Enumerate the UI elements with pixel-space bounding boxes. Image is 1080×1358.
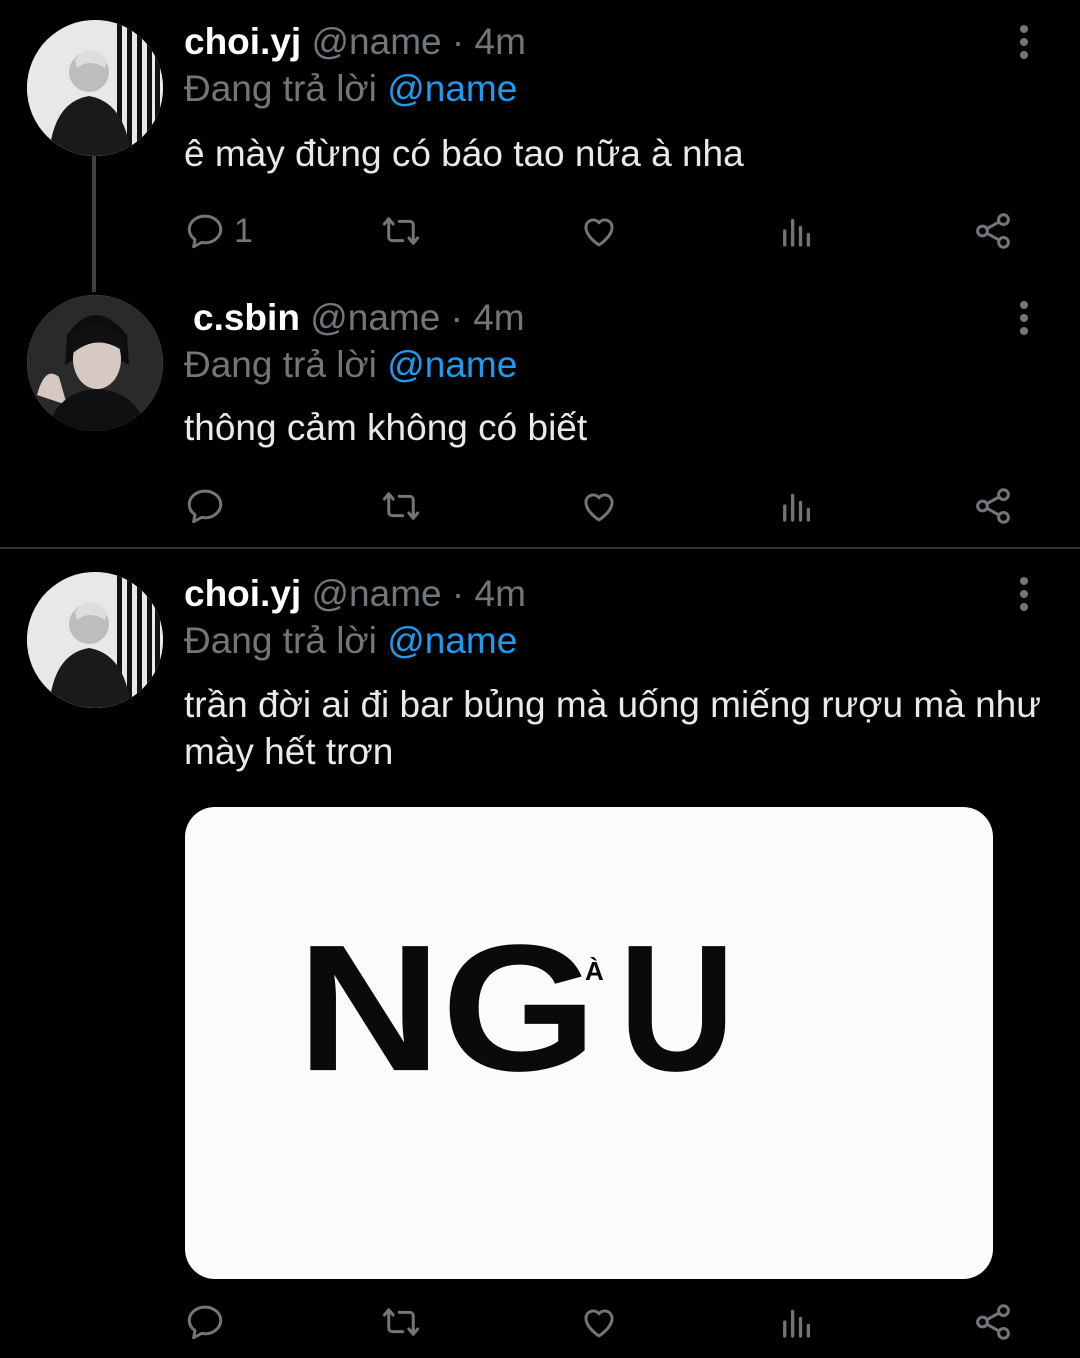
- tweet-text: ê mày đừng có báo tao nữa à nha: [184, 133, 744, 174]
- divider: [0, 547, 1080, 549]
- timestamp[interactable]: 4m: [475, 21, 526, 62]
- avatar-image: [27, 295, 163, 431]
- reply-icon: [187, 489, 223, 524]
- retweet-icon: [382, 492, 420, 520]
- separator: ·: [451, 21, 465, 62]
- tweet-header: c.sbin @name · 4m: [184, 296, 525, 340]
- tweet-text: thông cảm không có biết: [184, 407, 588, 448]
- display-name[interactable]: choi.yj: [184, 21, 301, 62]
- reply-mention[interactable]: @name: [387, 620, 517, 661]
- action-bar: [184, 482, 1034, 530]
- reply-prefix: Đang trả lời: [184, 344, 377, 385]
- handle[interactable]: @name: [311, 573, 441, 614]
- media-meme-text: NG À U: [185, 807, 993, 1279]
- reply-icon: [187, 214, 223, 249]
- views-icon: [783, 1309, 811, 1338]
- views-icon: [783, 218, 811, 247]
- share-icon: [976, 488, 1010, 524]
- retweet-button[interactable]: [380, 1298, 422, 1346]
- views-button[interactable]: [776, 207, 818, 255]
- handle[interactable]: @name: [311, 21, 441, 62]
- like-button[interactable]: [578, 1298, 620, 1346]
- more-icon: [1020, 25, 1028, 59]
- share-icon: [976, 213, 1010, 249]
- display-name[interactable]: c.sbin: [193, 297, 300, 338]
- separator: ·: [451, 573, 465, 614]
- avatar[interactable]: [27, 295, 163, 431]
- avatar[interactable]: [27, 20, 163, 156]
- tweet-media-image[interactable]: NG À U: [185, 807, 993, 1279]
- like-button[interactable]: [578, 482, 620, 530]
- like-button[interactable]: [578, 207, 620, 255]
- retweet-icon: [382, 217, 420, 245]
- timestamp[interactable]: 4m: [475, 573, 526, 614]
- display-name[interactable]: choi.yj: [184, 573, 301, 614]
- like-icon: [584, 493, 614, 522]
- reply-mention[interactable]: @name: [387, 68, 517, 109]
- more-button[interactable]: [1004, 574, 1044, 614]
- more-button[interactable]: [1004, 22, 1044, 62]
- reply-context: Đang trả lời @name: [184, 67, 517, 111]
- share-button[interactable]: [972, 1298, 1014, 1346]
- avatar-image: [27, 572, 163, 708]
- media-text-left: NG: [297, 907, 597, 1108]
- action-bar: [184, 1298, 1034, 1346]
- share-button[interactable]: [972, 207, 1014, 255]
- more-icon: [1020, 301, 1028, 335]
- avatar[interactable]: [27, 572, 163, 708]
- reply-button[interactable]: [184, 1298, 234, 1346]
- reply-count: 1: [234, 211, 253, 250]
- reply-icon: [187, 1305, 223, 1340]
- retweet-icon: [382, 1308, 420, 1336]
- more-button[interactable]: [1004, 298, 1044, 338]
- separator: ·: [450, 297, 463, 338]
- views-button[interactable]: [776, 482, 818, 530]
- more-icon: [1020, 577, 1028, 611]
- views-icon: [783, 493, 811, 522]
- retweet-button[interactable]: [380, 482, 422, 530]
- tweet-header: choi.yj @name · 4m: [184, 572, 526, 616]
- media-text-right: U: [619, 907, 735, 1108]
- reply-prefix: Đang trả lời: [184, 68, 377, 109]
- avatar-image: [27, 20, 163, 156]
- reply-button[interactable]: [184, 482, 234, 530]
- action-bar: 1: [184, 207, 1034, 255]
- share-button[interactable]: [972, 482, 1014, 530]
- like-icon: [584, 1309, 614, 1338]
- views-button[interactable]: [776, 1298, 818, 1346]
- handle[interactable]: @name: [310, 297, 440, 338]
- reply-prefix: Đang trả lời: [184, 620, 377, 661]
- like-icon: [584, 218, 614, 247]
- reply-mention[interactable]: @name: [387, 344, 517, 385]
- tweet-text: trần đời ai đi bar bủng mà uống miếng rư…: [184, 684, 1042, 772]
- reply-context: Đang trả lời @name: [184, 343, 517, 387]
- share-icon: [976, 1304, 1010, 1340]
- reply-context: Đang trả lời @name: [184, 619, 517, 663]
- tweet-2[interactable]: c.sbin @name · 4m Đang trả lời @name thô…: [0, 270, 1080, 548]
- tweet-header: choi.yj @name · 4m: [184, 20, 526, 64]
- media-text-accent: À: [585, 956, 604, 986]
- tweet-1[interactable]: choi.yj @name · 4m Đang trả lời @name ê …: [0, 0, 1080, 292]
- timestamp[interactable]: 4m: [473, 297, 524, 338]
- reply-button[interactable]: 1: [184, 207, 253, 255]
- retweet-button[interactable]: [380, 207, 422, 255]
